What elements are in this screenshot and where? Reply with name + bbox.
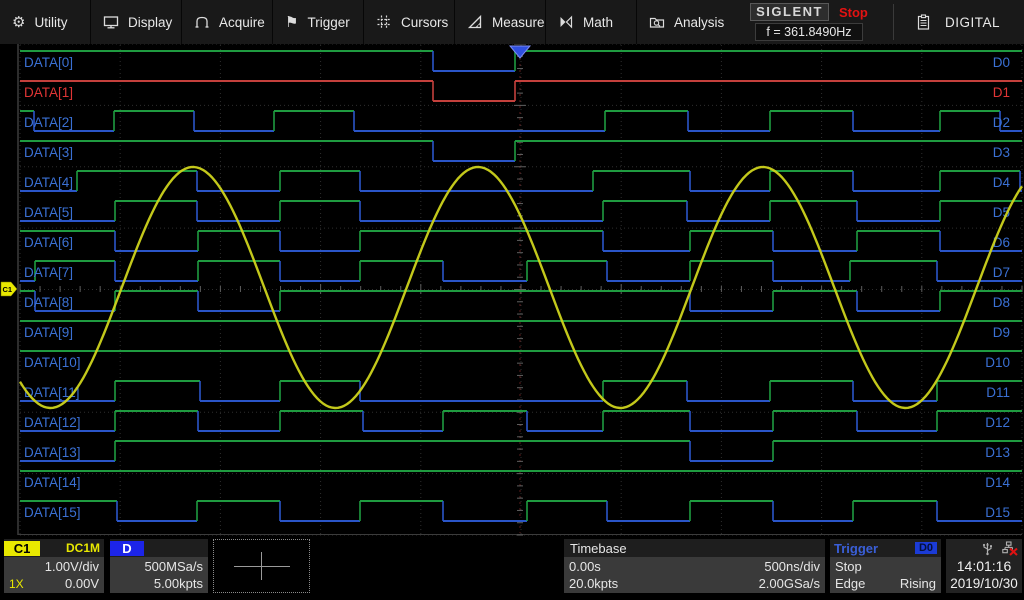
digital-descriptor[interactable]: D 500MSa/s 5.00kpts — [110, 539, 208, 593]
folder-search-icon — [649, 17, 665, 28]
menu-acquire[interactable]: Acquire — [182, 0, 273, 44]
channel-label-left-D5[interactable]: DATA[5] — [24, 205, 73, 220]
channel-label-right-D0: D0 — [993, 55, 1010, 70]
system-time: 14:01:16 — [956, 557, 1012, 574]
menu-math-label: Math — [583, 14, 614, 30]
channel1-probe-atten: 1X — [9, 576, 24, 591]
menu-display[interactable]: Display — [91, 0, 182, 44]
channel-label-right-D4: D4 — [993, 175, 1011, 190]
menu-trigger[interactable]: ⚑ Trigger — [273, 0, 364, 44]
waveform-display: DATA[0] D0 DATA[1] D1 DATA[2] D2 DATA[3] D3 DATA… — [0, 44, 1023, 536]
set-square-icon — [467, 14, 482, 29]
menu-trigger-label: Trigger — [307, 14, 350, 30]
trigger-source-badge: D0 — [914, 542, 937, 554]
menu-display-label: Display — [128, 14, 173, 30]
channel-label-left-D0[interactable]: DATA[0] — [24, 55, 73, 70]
menu-utility[interactable]: ⚙ Utility — [0, 0, 91, 44]
channel1-tab[interactable]: C1 — [4, 540, 40, 556]
top-menu-bar: ⚙ Utility Display Acquire ⚑ Trigger Curs… — [0, 0, 1024, 44]
channel-label-right-D15: D15 — [985, 505, 1010, 520]
menu-acquire-label: Acquire — [219, 14, 265, 30]
channel-label-left-D4[interactable]: DATA[4] — [24, 175, 73, 190]
c1-zero-marker-label: C1 — [3, 285, 13, 294]
digital-tab[interactable]: D — [110, 540, 144, 556]
trigger-status: Stop — [835, 558, 862, 574]
channel1-coupling: DC1M — [65, 541, 100, 555]
bowtie-icon — [560, 15, 573, 29]
oscilloscope-screen: { "topbar": { "menu": [ {"label": "Utili… — [0, 0, 1024, 600]
channel-label-left-D14[interactable]: DATA[14] — [24, 475, 81, 490]
trigger-slope: Rising — [899, 575, 936, 591]
bottom-status-bar: C1 DC1M 1.00V/div 1X 0.00V D 500MSa/s 5.… — [0, 536, 1024, 600]
channel1-offset: 0.00V — [65, 575, 99, 591]
channel-label-right-D11: D11 — [986, 385, 1010, 400]
channel-label-left-D6[interactable]: DATA[6] — [24, 235, 73, 250]
flag-icon: ⚑ — [285, 13, 299, 31]
lan-disconnected-icon — [1002, 541, 1018, 556]
channel-label-right-D3: D3 — [993, 145, 1010, 160]
clipboard-icon — [917, 13, 930, 30]
empty-channel-slot[interactable] — [213, 539, 310, 593]
timebase-rate: 2.00GSa/s — [758, 575, 820, 591]
digital-menu-button[interactable]: DIGITAL — [902, 0, 1000, 44]
timebase-descriptor[interactable]: Timebase 0.00s 500ns/div 20.0kpts 2.00GS… — [564, 539, 825, 593]
channel-label-right-D2: D2 — [993, 115, 1010, 130]
digital-sample-rate: 500MSa/s — [144, 558, 203, 574]
channel-label-left-D1[interactable]: DATA[1] — [24, 85, 73, 100]
trigger-title: Trigger — [834, 540, 879, 556]
channel-label-left-D2[interactable]: DATA[2] — [24, 115, 73, 130]
channel1-descriptor[interactable]: C1 DC1M 1.00V/div 1X 0.00V — [4, 539, 104, 593]
gate-icon — [195, 16, 209, 28]
menu-analysis-label: Analysis — [674, 14, 725, 30]
digital-menu-label: DIGITAL — [945, 14, 1001, 30]
timebase-title: Timebase — [570, 540, 627, 556]
trigger-descriptor[interactable]: Trigger D0 Stop Edge Rising — [830, 539, 941, 593]
channel-label-right-D9: D9 — [993, 325, 1010, 340]
channel-label-left-D12[interactable]: DATA[12] — [24, 415, 81, 430]
menu-measure-label: Measure — [492, 14, 545, 30]
channel-label-left-D3[interactable]: DATA[3] — [24, 145, 73, 160]
channel-label-right-D1: D1 — [993, 85, 1010, 100]
channel-label-right-D8: D8 — [993, 295, 1010, 310]
channel1-vdiv: 1.00V/div — [44, 558, 99, 574]
system-date: 2019/10/30 — [950, 576, 1018, 591]
siglent-logo: SIGLENT — [750, 3, 829, 21]
channel-label-right-D7: D7 — [993, 265, 1010, 280]
channel-label-left-D15[interactable]: DATA[15] — [24, 505, 81, 520]
channel-label-left-D7[interactable]: DATA[7] — [24, 265, 73, 280]
menu-math[interactable]: Math — [546, 0, 637, 44]
channel-label-left-D10[interactable]: DATA[10] — [24, 355, 81, 370]
menu-analysis[interactable]: Analysis — [637, 0, 733, 44]
menu-utility-label: Utility — [34, 14, 68, 30]
menu-cursors-label: Cursors — [401, 14, 449, 30]
channel-label-right-D10: D10 — [985, 355, 1010, 370]
monitor-icon — [103, 16, 119, 29]
usb-icon — [982, 543, 992, 556]
clock-io-panel: 14:01:16 2019/10/30 — [946, 539, 1022, 593]
timebase-delay: 0.00s — [569, 558, 601, 574]
crosshair-icon — [261, 552, 262, 580]
timebase-points: 20.0kpts — [569, 575, 619, 591]
acquisition-status: Stop — [838, 4, 868, 20]
topbar-separator — [893, 4, 894, 40]
menu-cursors[interactable]: Cursors — [364, 0, 455, 44]
channel-label-right-D12: D12 — [985, 415, 1010, 430]
channel-label-right-D13: D13 — [985, 445, 1010, 460]
trigger-frequency-readout: f = 361.8490Hz — [755, 23, 863, 41]
channel-label-left-D8[interactable]: DATA[8] — [24, 295, 73, 310]
timebase-scale: 500ns/div — [764, 558, 820, 574]
digital-mem-depth: 5.00kpts — [153, 575, 203, 591]
brand-status-cluster: SIGLENT Stop f = 361.8490Hz — [733, 0, 885, 44]
trigger-type: Edge — [835, 575, 866, 591]
gear-icon: ⚙ — [12, 13, 26, 31]
channel-label-left-D13[interactable]: DATA[13] — [24, 445, 81, 460]
menu-measure[interactable]: Measure — [455, 0, 546, 44]
channel-label-right-D14: D14 — [985, 475, 1010, 490]
channel-label-left-D9[interactable]: DATA[9] — [24, 325, 73, 340]
grid-cursors-icon — [377, 15, 391, 29]
